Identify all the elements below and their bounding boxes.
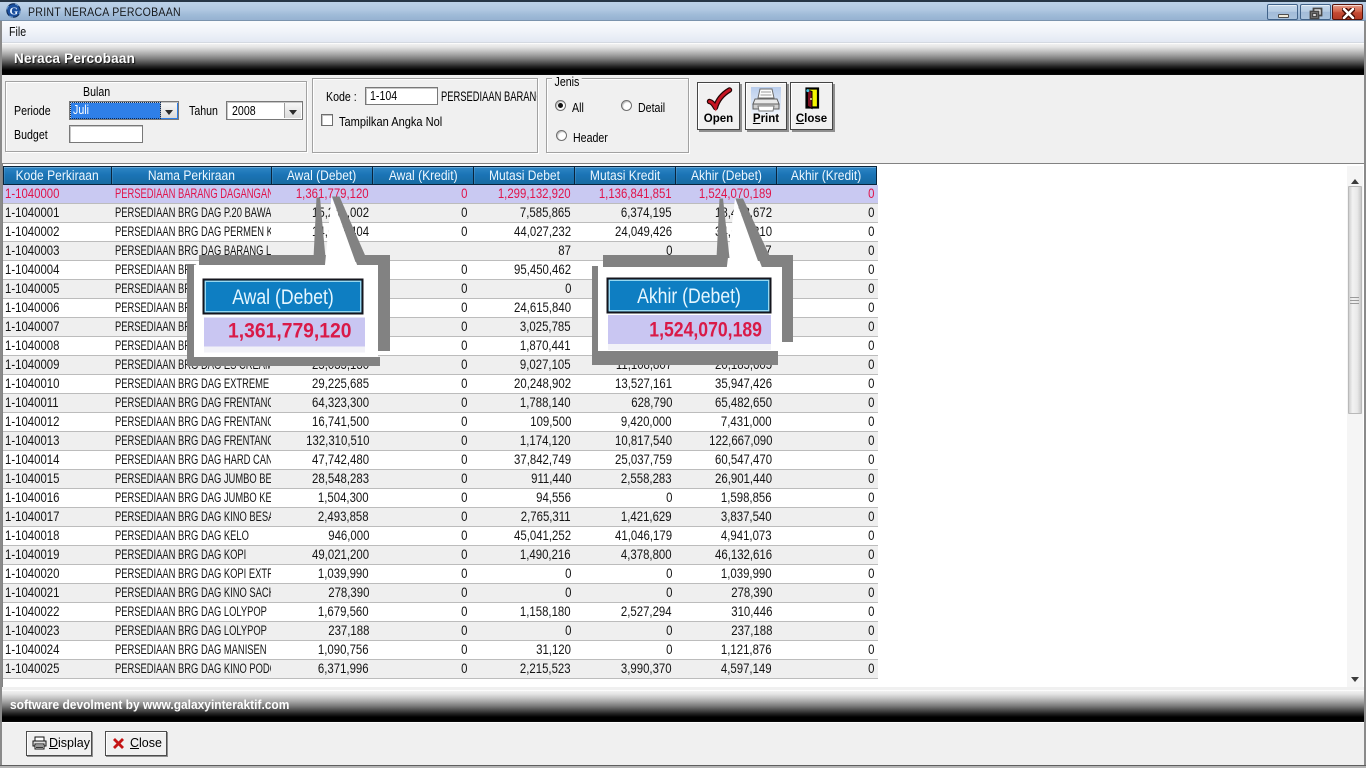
svg-text:Awal (Debet): Awal (Debet) bbox=[232, 285, 334, 309]
svg-text:1,361,779,120: 1,361,779,120 bbox=[228, 320, 351, 343]
svg-text:1,524,070,189: 1,524,070,189 bbox=[649, 318, 762, 342]
svg-text:Akhir (Debet): Akhir (Debet) bbox=[637, 284, 741, 308]
